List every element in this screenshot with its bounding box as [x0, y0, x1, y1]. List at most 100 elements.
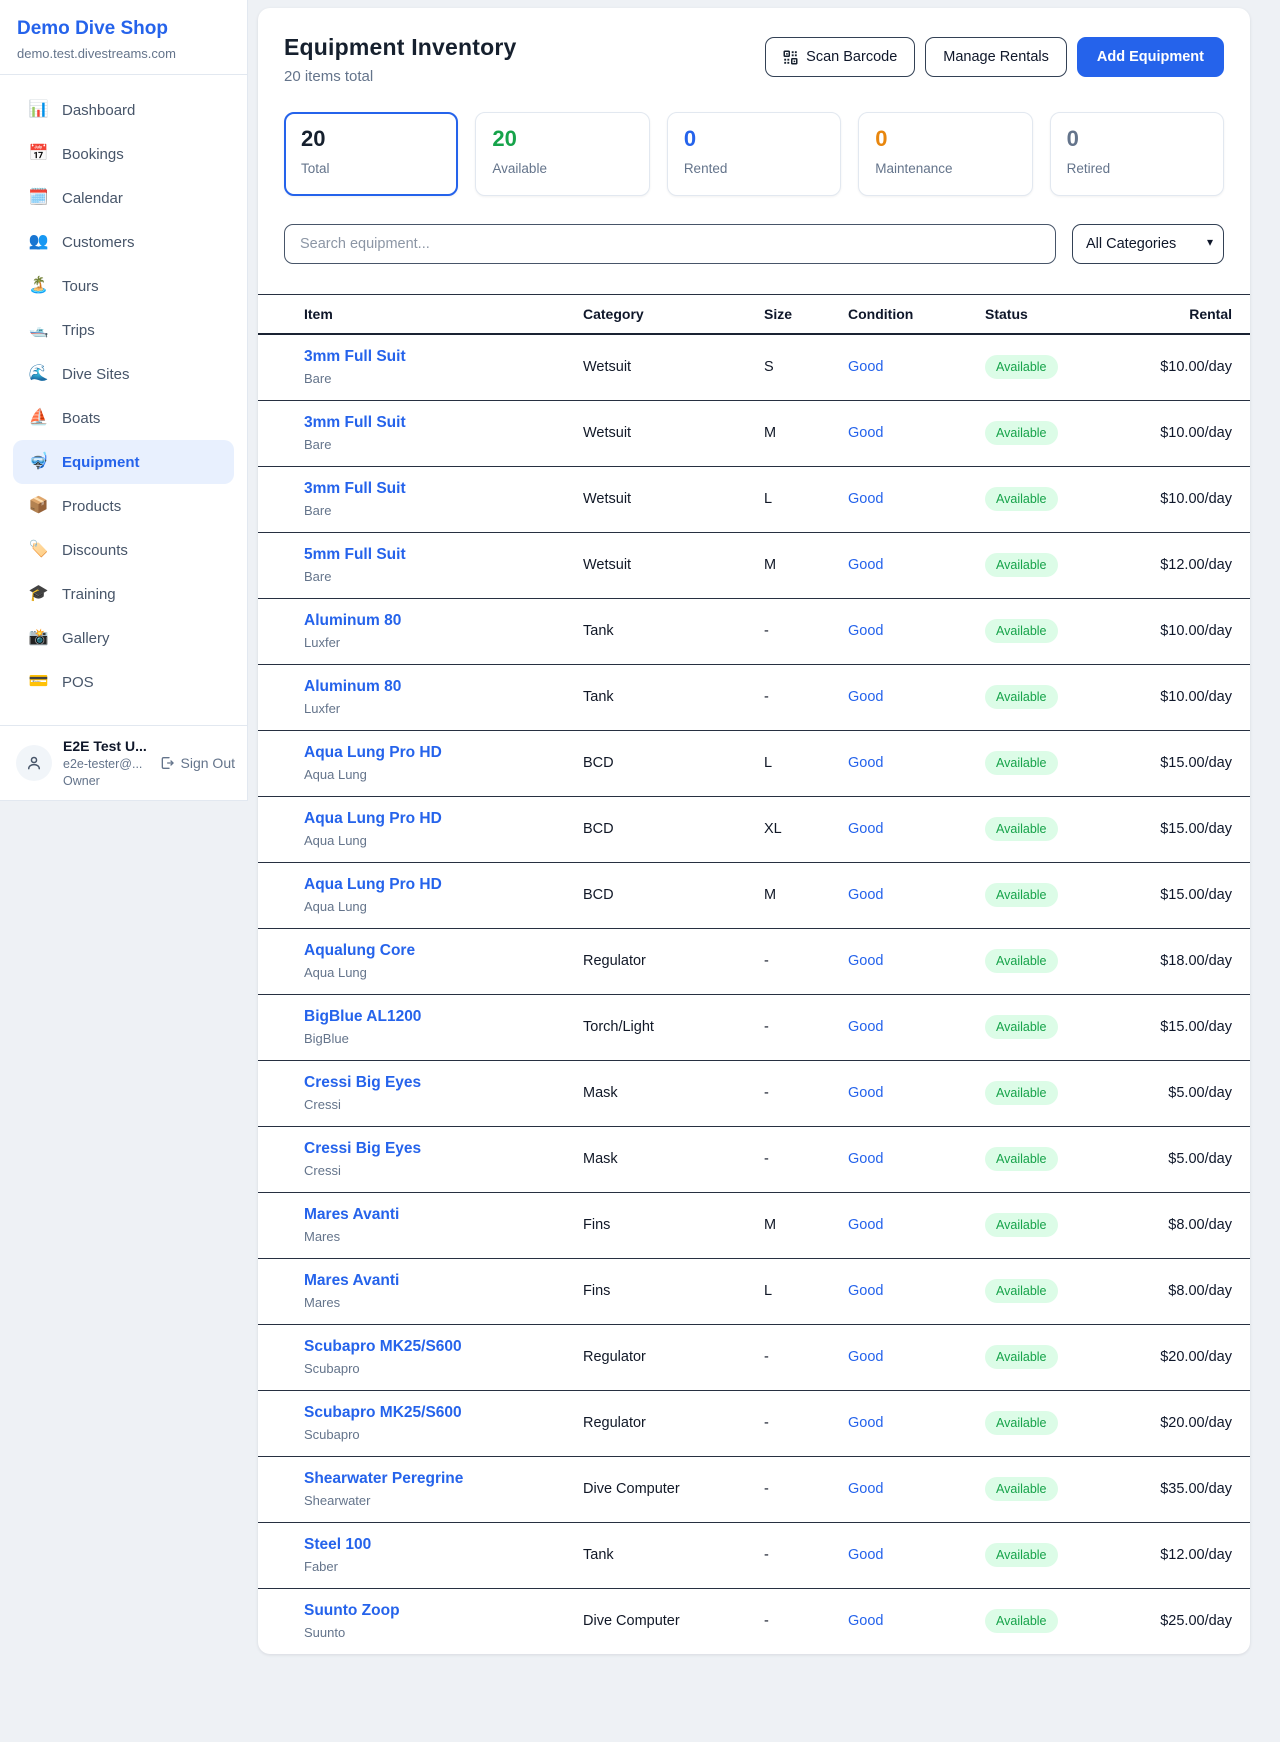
manage-rentals-button[interactable]: Manage Rentals [925, 37, 1067, 77]
table-row[interactable]: Mares Avanti Mares Fins L Good Available… [258, 1259, 1250, 1325]
retired-stat-card[interactable]: 0 Retired [1050, 112, 1224, 196]
sidebar-item-customers[interactable]: 👥 Customers [13, 220, 234, 264]
category-select[interactable]: All Categories [1072, 224, 1224, 264]
trips-icon: 🛥️ [28, 322, 49, 338]
item-name-link[interactable]: 3mm Full Suit [304, 348, 575, 366]
table-row[interactable]: Mares Avanti Mares Fins M Good Available… [258, 1193, 1250, 1259]
item-condition-link[interactable]: Good [848, 1481, 883, 1497]
table-row[interactable]: Aqua Lung Pro HD Aqua Lung BCD M Good Av… [258, 863, 1250, 929]
item-condition-link[interactable]: Good [848, 557, 883, 573]
item-category: Wetsuit [583, 359, 631, 375]
item-condition-link[interactable]: Good [848, 491, 883, 507]
table-row[interactable]: Suunto Zoop Suunto Dive Computer - Good … [258, 1589, 1250, 1655]
item-condition-link[interactable]: Good [848, 425, 883, 441]
item-condition-link[interactable]: Good [848, 1085, 883, 1101]
sidebar-item-pos[interactable]: 💳 POS [13, 660, 234, 704]
maintenance-stat-card[interactable]: 0 Maintenance [858, 112, 1032, 196]
item-name-link[interactable]: Aluminum 80 [304, 678, 575, 696]
item-condition-link[interactable]: Good [848, 755, 883, 771]
item-name-link[interactable]: Aqua Lung Pro HD [304, 744, 575, 762]
table-row[interactable]: Scubapro MK25/S600 Scubapro Regulator - … [258, 1325, 1250, 1391]
sidebar-item-tours[interactable]: 🏝️ Tours [13, 264, 234, 308]
item-name-link[interactable]: Cressi Big Eyes [304, 1140, 575, 1158]
sidebar-item-label: POS [62, 674, 94, 691]
item-name-link[interactable]: 3mm Full Suit [304, 414, 575, 432]
item-category: Regulator [583, 1349, 646, 1365]
table-row[interactable]: Steel 100 Faber Tank - Good Available $1… [258, 1523, 1250, 1589]
sidebar-item-bookings[interactable]: 📅 Bookings [13, 132, 234, 176]
table-row[interactable]: Aqua Lung Pro HD Aqua Lung BCD L Good Av… [258, 731, 1250, 797]
item-condition-link[interactable]: Good [848, 1019, 883, 1035]
table-row[interactable]: 3mm Full Suit Bare Wetsuit M Good Availa… [258, 401, 1250, 467]
table-row[interactable]: 3mm Full Suit Bare Wetsuit S Good Availa… [258, 334, 1250, 401]
sidebar-item-trips[interactable]: 🛥️ Trips [13, 308, 234, 352]
item-condition-link[interactable]: Good [848, 359, 883, 375]
item-name-link[interactable]: BigBlue AL1200 [304, 1008, 575, 1026]
table-row[interactable]: Aqualung Core Aqua Lung Regulator - Good… [258, 929, 1250, 995]
item-condition-link[interactable]: Good [848, 1415, 883, 1431]
table-row[interactable]: Cressi Big Eyes Cressi Mask - Good Avail… [258, 1127, 1250, 1193]
person-icon [25, 754, 43, 772]
sidebar-item-dashboard[interactable]: 📊 Dashboard [13, 88, 234, 132]
item-condition-link[interactable]: Good [848, 1151, 883, 1167]
item-condition-link[interactable]: Good [848, 1613, 883, 1629]
item-rental-rate: $15.00/day [1160, 755, 1232, 771]
sign-out-button[interactable]: Sign Out [159, 755, 235, 771]
table-row[interactable]: Scubapro MK25/S600 Scubapro Regulator - … [258, 1391, 1250, 1457]
item-rental-rate: $18.00/day [1160, 953, 1232, 969]
item-name-link[interactable]: Steel 100 [304, 1536, 575, 1554]
item-name-link[interactable]: Mares Avanti [304, 1272, 575, 1290]
item-condition-link[interactable]: Good [848, 1547, 883, 1563]
sidebar-item-dive-sites[interactable]: 🌊 Dive Sites [13, 352, 234, 396]
item-category: Tank [583, 689, 614, 705]
stat-label: Rented [684, 161, 824, 176]
item-name-link[interactable]: Suunto Zoop [304, 1602, 575, 1620]
item-name-link[interactable]: Shearwater Peregrine [304, 1470, 575, 1488]
sidebar-item-discounts[interactable]: 🏷️ Discounts [13, 528, 234, 572]
item-name-link[interactable]: Scubapro MK25/S600 [304, 1404, 575, 1422]
item-name-link[interactable]: Scubapro MK25/S600 [304, 1338, 575, 1356]
sidebar-item-boats[interactable]: ⛵ Boats [13, 396, 234, 440]
item-condition-link[interactable]: Good [848, 1349, 883, 1365]
sidebar-item-calendar[interactable]: 🗓️ Calendar [13, 176, 234, 220]
item-name-link[interactable]: Aqua Lung Pro HD [304, 810, 575, 828]
item-condition-link[interactable]: Good [848, 953, 883, 969]
sidebar-item-equipment[interactable]: 🤿 Equipment [13, 440, 234, 484]
item-condition-link[interactable]: Good [848, 689, 883, 705]
item-name-link[interactable]: Aqualung Core [304, 942, 575, 960]
rented-stat-card[interactable]: 0 Rented [667, 112, 841, 196]
table-row[interactable]: Aqua Lung Pro HD Aqua Lung BCD XL Good A… [258, 797, 1250, 863]
item-condition-link[interactable]: Good [848, 1217, 883, 1233]
item-rental-rate: $15.00/day [1160, 887, 1232, 903]
available-stat-card[interactable]: 20 Available [475, 112, 649, 196]
item-name-link[interactable]: Aluminum 80 [304, 612, 575, 630]
item-condition-link[interactable]: Good [848, 1283, 883, 1299]
scan-barcode-button[interactable]: Scan Barcode [765, 37, 915, 77]
table-row[interactable]: Aluminum 80 Luxfer Tank - Good Available… [258, 665, 1250, 731]
table-row[interactable]: Cressi Big Eyes Cressi Mask - Good Avail… [258, 1061, 1250, 1127]
add-equipment-button[interactable]: Add Equipment [1077, 37, 1224, 77]
item-rental-rate: $15.00/day [1160, 1019, 1232, 1035]
sidebar-item-training[interactable]: 🎓 Training [13, 572, 234, 616]
item-name-link[interactable]: Cressi Big Eyes [304, 1074, 575, 1092]
equipment-icon: 🤿 [28, 454, 49, 470]
item-name-link[interactable]: Mares Avanti [304, 1206, 575, 1224]
total-stat-card[interactable]: 20 Total [284, 112, 458, 196]
item-brand: Luxfer [304, 635, 575, 650]
table-row[interactable]: 5mm Full Suit Bare Wetsuit M Good Availa… [258, 533, 1250, 599]
search-input[interactable] [284, 224, 1056, 264]
item-condition-link[interactable]: Good [848, 623, 883, 639]
item-name-link[interactable]: 5mm Full Suit [304, 546, 575, 564]
table-row[interactable]: Shearwater Peregrine Shearwater Dive Com… [258, 1457, 1250, 1523]
item-size: - [764, 1085, 769, 1101]
item-name-link[interactable]: Aqua Lung Pro HD [304, 876, 575, 894]
table-row[interactable]: 3mm Full Suit Bare Wetsuit L Good Availa… [258, 467, 1250, 533]
item-condition-link[interactable]: Good [848, 821, 883, 837]
table-row[interactable]: BigBlue AL1200 BigBlue Torch/Light - Goo… [258, 995, 1250, 1061]
sidebar-item-gallery[interactable]: 📸 Gallery [13, 616, 234, 660]
item-category: BCD [583, 887, 614, 903]
item-name-link[interactable]: 3mm Full Suit [304, 480, 575, 498]
sidebar-item-products[interactable]: 📦 Products [13, 484, 234, 528]
item-condition-link[interactable]: Good [848, 887, 883, 903]
table-row[interactable]: Aluminum 80 Luxfer Tank - Good Available… [258, 599, 1250, 665]
